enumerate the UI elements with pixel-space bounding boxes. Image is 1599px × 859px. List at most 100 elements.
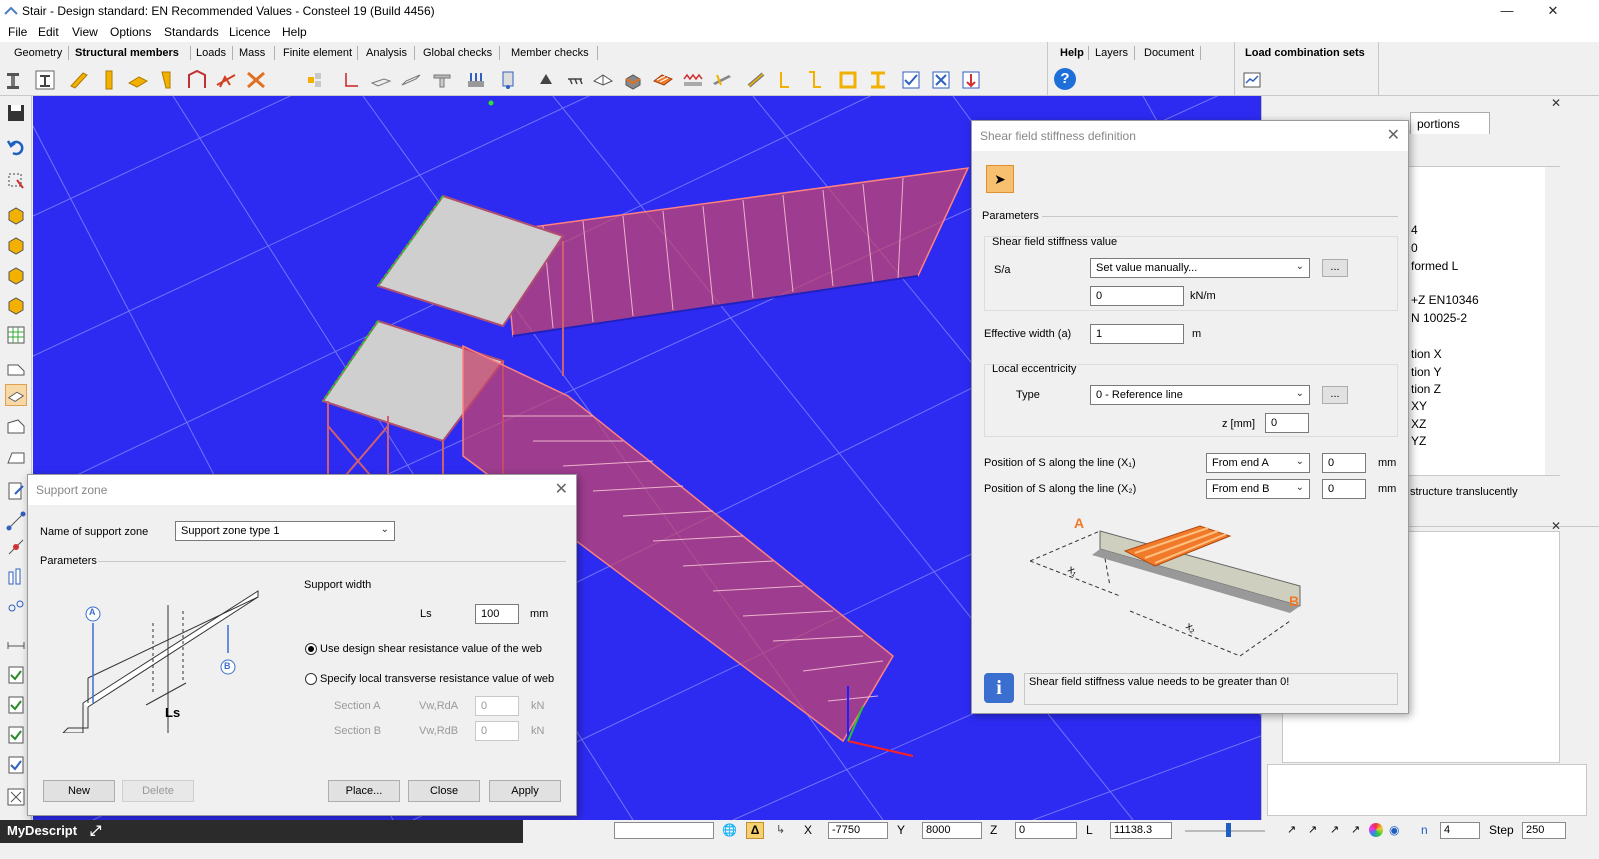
close-icon[interactable]: ✕ [555,479,568,499]
place-button[interactable]: Place... [328,780,400,802]
delete-button[interactable]: Delete [122,780,194,802]
select-icon[interactable] [5,170,27,192]
menu-view[interactable]: View [72,25,98,39]
sa-value-input[interactable]: 0 [1090,286,1184,306]
tab-member-checks[interactable]: Member checks [511,47,589,59]
nodes-icon[interactable] [5,510,27,532]
rod-icon[interactable] [745,69,767,91]
truss-icon[interactable] [215,69,237,91]
eccentricity-type-select[interactable]: 0 - Reference line ⌄ [1090,385,1310,405]
cube4-icon[interactable] [5,294,27,316]
section-tool-icon[interactable] [4,69,26,91]
shear-field-tool-icon[interactable] [5,384,27,406]
cube-icon[interactable] [5,204,27,226]
plane3-icon[interactable] [5,446,27,468]
wall-icon[interactable] [400,69,422,91]
globe-icon[interactable]: 🌐 [722,823,737,837]
command-input[interactable] [614,822,714,839]
expand-icon[interactable]: ⤢ [90,822,101,839]
support-zone-name-select[interactable]: Support zone type 1 ⌄ [175,521,395,541]
check-icon[interactable] [5,664,27,686]
type-browse-button[interactable]: ... [1322,386,1348,404]
color-wheel-icon[interactable] [1369,823,1383,837]
trapezoidal-sheet-icon[interactable] [682,69,704,91]
save-icon[interactable] [5,102,27,124]
undo-icon[interactable] [5,136,27,158]
surface-support-icon[interactable] [592,69,614,91]
tab-analysis[interactable]: Analysis [366,47,407,59]
tab-structural-members[interactable]: Structural members [75,47,179,59]
rib-icon[interactable] [431,69,453,91]
support-icon[interactable] [465,69,487,91]
tab-finite-element[interactable]: Finite element [283,47,352,59]
portal-frame-icon[interactable] [186,69,208,91]
tab-load-combination-sets[interactable]: Load combination sets [1245,47,1365,59]
tab-portions[interactable]: portions [1410,112,1490,134]
box-section-icon[interactable] [837,69,859,91]
beam-icon[interactable] [68,69,90,91]
hinge-icon[interactable] [497,69,519,91]
snap-triangle-icon[interactable]: Δ [746,822,764,839]
plane2-icon[interactable] [5,416,27,438]
vw-rdb-input[interactable]: 0 [475,721,519,741]
purlin-icon[interactable] [711,69,733,91]
cube3-icon[interactable] [5,264,27,286]
zoom-slider[interactable] [1185,830,1265,832]
menu-licence[interactable]: Licence [229,25,270,39]
tab-global-checks[interactable]: Global checks [423,47,492,59]
tab-loads[interactable]: Loads [196,47,226,59]
tab-geometry[interactable]: Geometry [14,47,62,59]
section-library-icon[interactable] [34,69,56,91]
z-section-icon[interactable] [804,69,826,91]
point-support-icon[interactable] [535,69,557,91]
load-combination-icon[interactable] [1241,69,1263,91]
apply-button[interactable]: Apply [489,780,561,802]
design-shear-radio[interactable] [305,643,317,655]
local-resistance-radio[interactable] [305,673,317,685]
sa-browse-button[interactable]: ... [1322,259,1348,277]
tab-help[interactable]: Help [1060,47,1084,59]
y-coord-input[interactable]: 8000 [922,822,982,839]
dimension-icon[interactable] [5,630,27,652]
ls-input[interactable]: 100 [475,604,519,624]
grid-icon[interactable] [305,69,327,91]
snap-axis-icon[interactable]: ↗ [1287,823,1296,836]
check4-icon[interactable] [5,754,27,776]
bracing-icon[interactable] [245,69,267,91]
check2-icon[interactable] [5,694,27,716]
new-button[interactable]: New [43,780,115,802]
tab-layers[interactable]: Layers [1095,47,1128,59]
maximize-button[interactable] [1476,0,1522,22]
scrollbar[interactable] [1545,167,1560,475]
close-window-button[interactable]: ✕ [1530,0,1576,22]
close-panel-icon[interactable]: ✕ [1551,96,1561,110]
node-group-icon[interactable] [5,596,27,618]
sa-mode-select[interactable]: Set value manually... ⌄ [1090,258,1310,278]
plate-icon[interactable] [127,69,149,91]
plane-icon[interactable] [5,358,27,380]
close-icon[interactable]: ✕ [1387,125,1400,145]
menu-options[interactable]: Options [110,25,151,39]
z-input[interactable]: 0 [1265,413,1309,433]
menu-edit[interactable]: Edit [38,25,59,39]
tab-document[interactable]: Document [1144,47,1194,59]
tab-mass[interactable]: Mass [239,47,265,59]
edit-icon[interactable] [5,480,27,502]
check-member2-icon[interactable] [930,69,952,91]
z-coord-input[interactable]: 0 [1015,822,1077,839]
snap-axis4-icon[interactable]: ↗ [1351,823,1360,836]
cold-formed-icon[interactable] [774,69,796,91]
menu-help[interactable]: Help [282,25,307,39]
check3-icon[interactable] [5,724,27,746]
snap-axis3-icon[interactable]: ↗ [1330,823,1339,836]
column-icon[interactable] [98,69,120,91]
vw-rda-input[interactable]: 0 [475,696,519,716]
axis-icon[interactable] [340,69,362,91]
check-member-icon[interactable] [900,69,922,91]
split-icon[interactable] [5,536,27,558]
check-member3-icon[interactable] [960,69,982,91]
x-coord-input[interactable]: -7750 [828,822,888,839]
i-section-icon[interactable] [867,69,889,91]
position1-select[interactable]: From end A ⌄ [1206,453,1310,473]
pick-cursor-button[interactable]: ➤ [986,165,1014,193]
